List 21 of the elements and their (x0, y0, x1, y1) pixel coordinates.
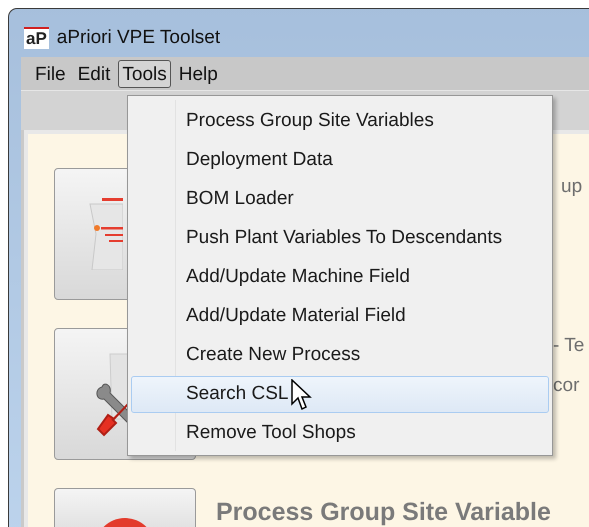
menu-item[interactable]: Tools (118, 60, 171, 88)
dropdown-item[interactable]: Search CSL (131, 376, 549, 413)
dropdown-item[interactable]: Deployment Data (131, 142, 549, 179)
menu-item[interactable]: File (31, 60, 70, 88)
dropdown-item[interactable]: Add/Update Machine Field (131, 259, 549, 296)
description-text: cor (553, 374, 580, 398)
document-lines-icon (89, 198, 123, 270)
dropdown-item[interactable]: Add/Update Material Field (131, 298, 549, 335)
dropdown-item[interactable]: Process Group Site Variables (131, 103, 549, 140)
description-text: - Te (553, 334, 586, 358)
mouse-cursor-icon (291, 379, 315, 412)
dropdown-item[interactable]: Create New Process (131, 337, 549, 374)
dropdown-item[interactable]: Push Plant Variables To Descendants (131, 220, 549, 257)
dropdown-item[interactable]: BOM Loader (131, 181, 549, 218)
description-text: up (561, 175, 584, 199)
menu-item[interactable]: Edit (74, 60, 114, 88)
window-title: aPriori VPE Toolset (56, 26, 220, 50)
section-title: Process Group Site Variable (216, 497, 551, 527)
app-logo: aP (24, 27, 49, 49)
menu-item[interactable]: Help (174, 60, 222, 88)
dropdown-item[interactable]: Remove Tool Shops (131, 415, 549, 452)
